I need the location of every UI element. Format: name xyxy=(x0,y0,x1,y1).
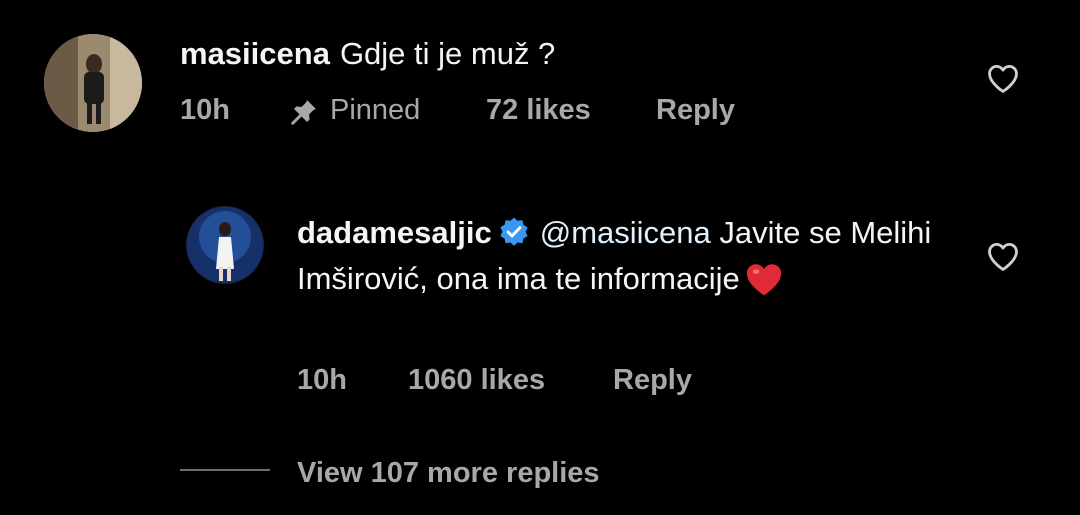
mention-link[interactable]: @masiicena xyxy=(540,215,711,250)
comment-text: Gdje ti je muž ? xyxy=(339,36,556,71)
pin-icon xyxy=(291,100,316,125)
reply-comment-body: dadamesaljic @masiicena Javite se Melihi… xyxy=(297,210,937,302)
reply-username[interactable]: dadamesaljic xyxy=(297,215,492,250)
view-more-divider xyxy=(180,469,270,471)
heart-outline-icon[interactable] xyxy=(986,62,1020,94)
reply-time: 10h xyxy=(297,364,347,396)
comment-time: 10h xyxy=(180,94,230,126)
reply-reply-button[interactable]: Reply xyxy=(613,364,692,397)
avatar-masiicena[interactable] xyxy=(44,34,142,132)
likes-count[interactable]: 72 likes xyxy=(486,94,591,127)
reply-button[interactable]: Reply xyxy=(656,94,735,127)
red-heart-emoji xyxy=(746,264,781,296)
verified-badge-icon xyxy=(500,217,528,246)
avatar-dadamesaljic[interactable] xyxy=(187,207,263,283)
heart-outline-icon[interactable] xyxy=(986,240,1020,272)
pinned-label: Pinned xyxy=(330,94,421,126)
view-more-replies-button[interactable]: View 107 more replies xyxy=(297,457,600,490)
reply-likes-count[interactable]: 1060 likes xyxy=(408,364,545,397)
comment-username[interactable]: masiicena xyxy=(180,36,330,71)
comment-body: masiicena Gdje ti je muž ? xyxy=(180,36,555,72)
